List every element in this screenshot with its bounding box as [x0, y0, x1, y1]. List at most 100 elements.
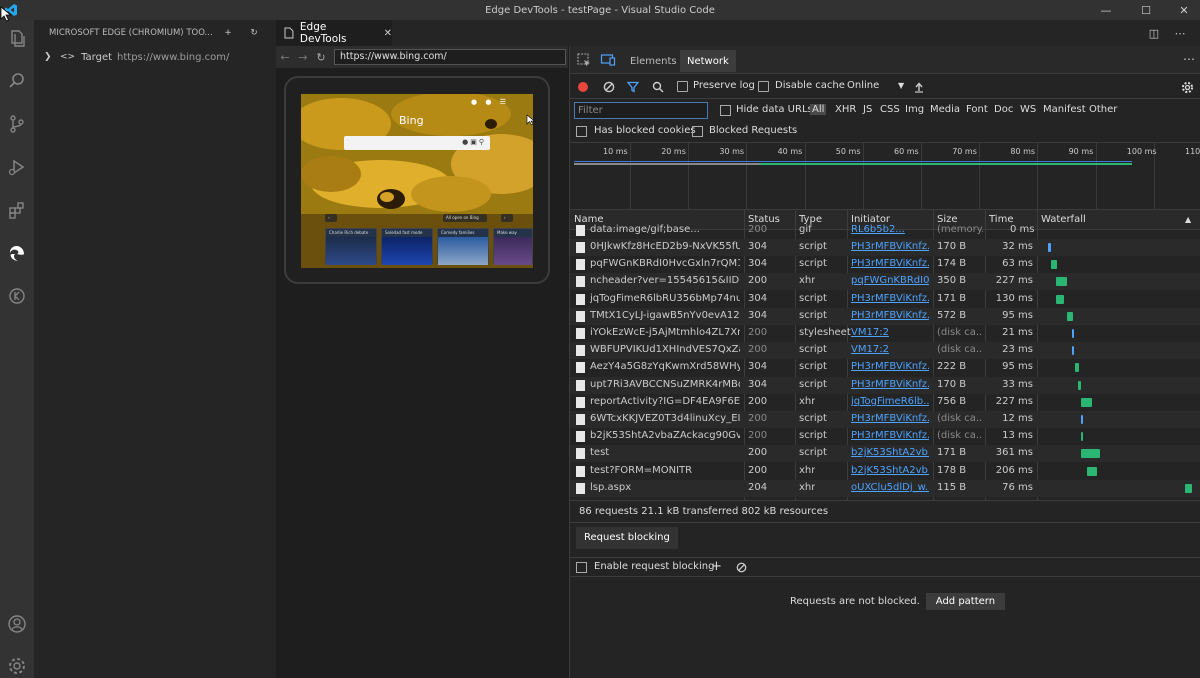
cell-initiator[interactable]: VM17:2 — [851, 344, 929, 355]
record-icon[interactable] — [575, 79, 591, 95]
table-row[interactable]: iYOkEzWcE-j5AjMtmhlo4ZL7Xn... 200 styleshe… — [570, 325, 1200, 342]
news-tile[interactable]: Soledad fast mode — [381, 228, 433, 265]
close-tab-icon[interactable]: ✕ — [384, 28, 392, 39]
cell-initiator[interactable]: PH3rMFBViKnfz... — [851, 310, 929, 321]
waterfall-bar[interactable] — [1071, 329, 1074, 338]
reload-icon[interactable]: ↻ — [312, 51, 330, 64]
table-row[interactable]: WBFUPVIKUd1XHIndVES7QxZaD... 200 script VM1… — [570, 342, 1200, 360]
table-row[interactable]: 6WTcxKKJVEZ0T3d4linuXcy_EIE.j... 200 scrip… — [570, 411, 1200, 428]
cell-initiator[interactable]: pqFWGnKBRdI0... — [851, 275, 929, 286]
cell-initiator[interactable]: VM17:2 — [851, 327, 929, 338]
news-tile[interactable]: Comedy families — [437, 228, 489, 265]
throttling-select[interactable]: Online — [847, 80, 879, 91]
remote-explorer-icon[interactable] — [0, 278, 34, 314]
waterfall-bar[interactable] — [1071, 346, 1074, 356]
cell-initiator[interactable]: PH3rMFBViKnfz... — [851, 293, 929, 304]
table-row[interactable]: b2jK53ShtA2vbaZAckacg90Gv6k... 200 script P… — [570, 428, 1200, 445]
cell-initiator[interactable]: PH3rMFBViKnfz... — [851, 413, 929, 424]
add-pattern-plus-icon[interactable]: + — [711, 559, 722, 574]
table-row[interactable]: upt7Ri3AVBCCNSuZMRK4rMBq... 304 script PH3r… — [570, 376, 1200, 394]
waterfall-bar[interactable] — [1081, 432, 1084, 442]
filter-type-other[interactable]: Other — [1089, 104, 1117, 115]
news-tile[interactable]: Charlie Rich debate — [325, 228, 377, 265]
cell-initiator[interactable]: oUXClu5dlDj_w... — [851, 482, 929, 493]
waterfall-bar[interactable] — [1081, 449, 1101, 459]
filter-type-manifest[interactable]: Manifest — [1043, 104, 1086, 115]
cell-initiator[interactable]: PH3rMFBViKnfz... — [851, 361, 929, 372]
waterfall-bar[interactable] — [1055, 277, 1067, 287]
waterfall-bar[interactable] — [1055, 294, 1064, 304]
table-row[interactable]: pqFWGnKBRdI0HvcGxln7rQM1S... 304 script PH3… — [570, 256, 1200, 273]
forward-arrow-icon[interactable]: → — [294, 51, 312, 64]
table-row[interactable]: AezY4a5G8zYqKwmXrd58WHyN... 304 script PH3r… — [570, 359, 1200, 376]
inspect-element-icon[interactable] — [576, 52, 592, 68]
filter-type-img[interactable]: Img — [905, 104, 924, 115]
explorer-icon[interactable] — [0, 20, 34, 56]
device-emulation-icon[interactable] — [600, 52, 616, 68]
maximize-icon[interactable]: ☐ — [1126, 0, 1166, 20]
network-overview-timeline[interactable]: 10 ms 20 ms 30 ms 40 ms 50 ms 60 ms 70 ms 80 ms… — [570, 142, 1200, 211]
cell-initiator[interactable]: PH3rMFBViKnfz... — [851, 241, 929, 252]
carousel-label[interactable]: All open on Bing — [443, 214, 487, 222]
enable-request-blocking-checkbox[interactable] — [576, 562, 587, 573]
add-pattern-button[interactable]: Add pattern — [925, 593, 1006, 610]
bing-header-icons[interactable]: ● ● ☰ — [471, 98, 509, 106]
source-control-icon[interactable] — [0, 106, 34, 142]
has-blocked-cookies-checkbox[interactable] — [576, 126, 587, 137]
filter-type-css[interactable]: CSS — [880, 104, 900, 115]
carousel-right-icon[interactable]: › — [501, 214, 513, 222]
cell-initiator[interactable]: jqTogFimeR6lb... — [851, 396, 929, 407]
filter-type-xhr[interactable]: XHR — [835, 104, 856, 115]
table-row[interactable]: test 200 script b2jK53ShtA2vb... 171 B 361 ms — [570, 445, 1200, 463]
disable-cache-checkbox[interactable] — [758, 81, 769, 92]
table-row[interactable]: TMtX1CyLJ-igawB5nYv0evA12S... 304 script PH… — [570, 307, 1200, 325]
cell-initiator[interactable]: PH3rMFBViKnfz... — [851, 379, 929, 390]
add-icon[interactable]: + — [220, 25, 236, 41]
settings-gear-icon[interactable] — [0, 648, 34, 678]
close-icon[interactable]: ✕ — [1164, 0, 1200, 20]
network-settings-gear-icon[interactable] — [1179, 79, 1195, 95]
table-row[interactable]: reportActivity?IG=DF4EA9F6EEA... 200 xhr jq… — [570, 394, 1200, 411]
table-row[interactable]: jqTogFimeR6lbRU356bMp74nuB... 304 script PH… — [570, 291, 1200, 308]
search-icon[interactable] — [0, 63, 34, 99]
news-tile[interactable]: Make way — [493, 228, 533, 265]
bing-page-screencast[interactable]: ● ● ☰ Bing ●▣⚲ ‹ All open on Bing › Char… — [301, 94, 533, 268]
waterfall-bar[interactable] — [1066, 311, 1074, 321]
filter-icon[interactable] — [625, 79, 641, 95]
waterfall-bar[interactable] — [1081, 415, 1084, 424]
chevron-right-icon[interactable]: ❯ — [44, 52, 56, 62]
filter-type-doc[interactable]: Doc — [994, 104, 1013, 115]
extensions-icon[interactable] — [0, 192, 34, 228]
table-row[interactable]: 0HJkwKfz8HcED2b9-NxVK55fUc... 304 script PH… — [570, 239, 1200, 256]
tab-elements[interactable]: Elements — [623, 50, 684, 72]
waterfall-bar[interactable] — [1077, 380, 1082, 390]
table-row[interactable]: ncheader?ver=15545615&IID=S... 200 xhr pqFW… — [570, 273, 1200, 291]
clear-icon[interactable] — [601, 79, 617, 95]
hide-data-urls-checkbox[interactable] — [720, 105, 731, 116]
cell-initiator[interactable]: b2jK53ShtA2vb... — [851, 447, 929, 458]
accounts-icon[interactable] — [0, 606, 34, 642]
filter-type-media[interactable]: Media — [930, 104, 960, 115]
filter-input[interactable]: Filter — [574, 102, 708, 119]
preserve-log-checkbox[interactable] — [677, 81, 688, 92]
cell-initiator[interactable]: b2jK53ShtA2vb... — [851, 465, 929, 476]
table-row-partial[interactable]: data:image/gif;base... 200 gif RL6b5b2..… — [570, 222, 1200, 239]
cell-initiator[interactable]: PH3rMFBViKnfz... — [851, 258, 929, 269]
blocked-requests-checkbox[interactable] — [692, 126, 703, 137]
waterfall-bar[interactable] — [1047, 243, 1052, 252]
filter-type-all[interactable]: All — [810, 104, 827, 115]
table-row[interactable]: lsp.aspx 204 xhr oUXClu5dlDj_w... 115 B 76 ms — [570, 479, 1200, 497]
waterfall-bar[interactable] — [1074, 363, 1080, 373]
more-options-icon[interactable]: ⋯ — [1183, 52, 1195, 66]
table-row[interactable]: test?FORM=MONITR 200 xhr b2jK53ShtA2vb... 17… — [570, 463, 1200, 480]
back-arrow-icon[interactable]: ← — [276, 51, 294, 64]
waterfall-bar[interactable] — [1185, 483, 1192, 493]
waterfall-bar[interactable] — [1087, 466, 1097, 476]
dropdown-caret-icon[interactable]: ▼ — [898, 81, 904, 90]
screencast-url-input[interactable]: https://www.bing.com/ — [334, 49, 566, 65]
run-debug-icon[interactable] — [0, 149, 34, 185]
more-actions-icon[interactable]: ⋯ — [1172, 25, 1188, 41]
waterfall-bar[interactable] — [1051, 260, 1058, 270]
filter-type-js[interactable]: JS — [863, 104, 872, 115]
search-icon[interactable] — [650, 79, 666, 95]
